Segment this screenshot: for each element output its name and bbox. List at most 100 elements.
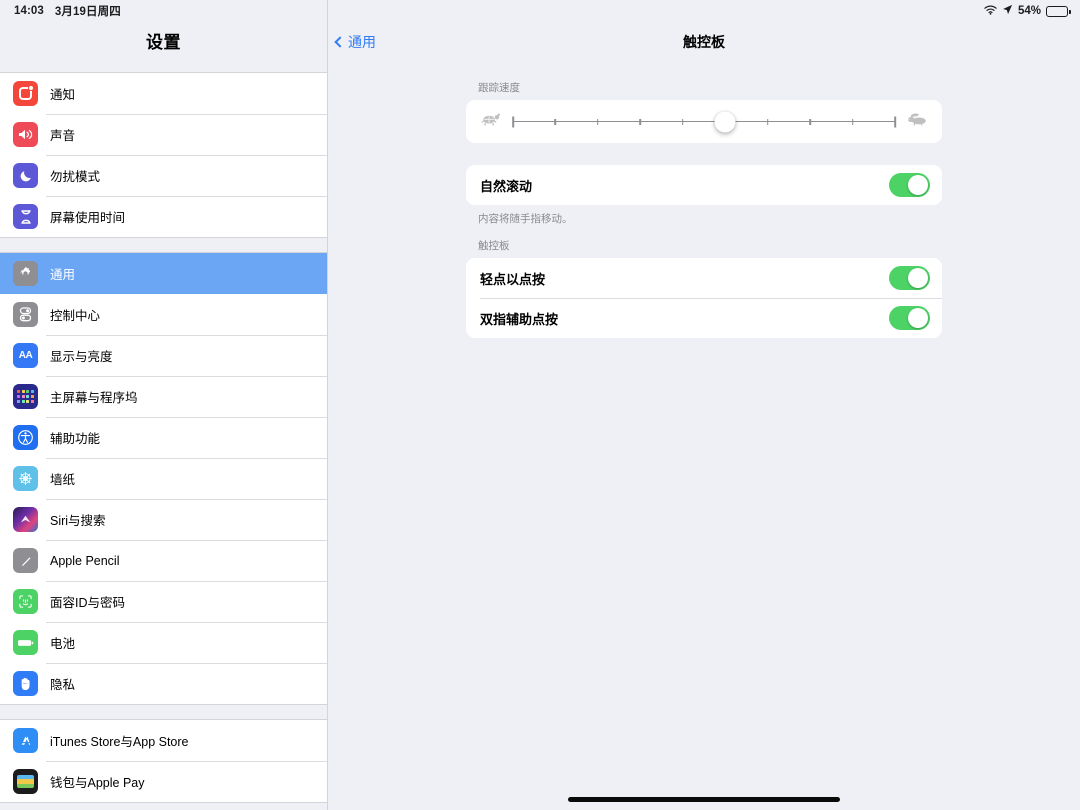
sidebar-item-label: 面容ID与密码 xyxy=(50,596,126,610)
home-indicator[interactable] xyxy=(568,797,840,802)
face-id-icon xyxy=(13,589,38,614)
detail-title: 触控板 xyxy=(683,34,725,50)
page-title: 设置 xyxy=(146,32,181,52)
sidebar-item-label: 辅助功能 xyxy=(50,432,101,446)
display-brightness-icon: AA xyxy=(13,343,38,368)
sidebar-item-do-not-disturb[interactable]: 勿扰模式 xyxy=(0,155,327,196)
status-date: 3月19日周四 xyxy=(54,6,121,18)
tap-to-click-toggle[interactable] xyxy=(889,266,930,290)
sidebar-item-privacy[interactable]: 隐私 xyxy=(0,663,327,704)
rabbit-icon xyxy=(907,112,929,131)
slider-tick xyxy=(554,118,557,125)
detail-status-bar: 54% xyxy=(328,0,1080,22)
sidebar-item-apple-pencil[interactable]: Apple Pencil xyxy=(0,540,327,581)
detail-nav-bar: 通用 触控板 xyxy=(328,22,1080,62)
slider-tick xyxy=(512,116,514,127)
sidebar-item-face-id[interactable]: 面容ID与密码 xyxy=(0,581,327,622)
battery-icon xyxy=(13,630,38,655)
sidebar-spacer-1 xyxy=(0,238,327,252)
wallpaper-icon xyxy=(13,466,38,491)
screen-time-icon xyxy=(13,204,38,229)
back-button-label: 通用 xyxy=(348,34,376,50)
sidebar-item-notifications[interactable]: 通知 xyxy=(0,73,327,114)
sidebar-item-wallet-apple-pay[interactable]: 钱包与Apple Pay xyxy=(0,761,327,802)
two-finger-secondary-click-label: 双指辅助点按 xyxy=(480,311,559,327)
natural-scroll-row[interactable]: 自然滚动 xyxy=(466,165,942,205)
sidebar-item-label: 屏幕使用时间 xyxy=(50,211,126,225)
tracking-speed-header: 跟踪速度 xyxy=(478,82,520,94)
trackpad-section-header: 触控板 xyxy=(478,240,510,252)
sidebar-item-label: 墙纸 xyxy=(50,473,76,487)
battery-status-icon xyxy=(1046,5,1071,17)
settings-title-bar: 设置 xyxy=(0,22,327,58)
sidebar-item-itunes-app-store[interactable]: iTunes Store与App Store xyxy=(0,720,327,761)
sidebar-group-3: iTunes Store与App Store 钱包与Apple Pay xyxy=(0,719,327,803)
tap-to-click-row[interactable]: 轻点以点按 xyxy=(466,258,942,298)
sidebar-item-label: 隐私 xyxy=(50,678,76,692)
turtle-icon xyxy=(479,112,501,131)
sidebar-spacer-2 xyxy=(0,705,327,719)
accessibility-icon xyxy=(13,425,38,450)
wifi-icon xyxy=(984,5,997,18)
back-button[interactable]: 通用 xyxy=(334,32,376,52)
privacy-hand-icon xyxy=(13,671,38,696)
general-gear-icon xyxy=(13,261,38,286)
ipad-settings-screen: 14:03 3月19日周四 设置 通知 声音 勿扰模式 屏幕使用时间 通用 控制… xyxy=(0,0,1080,810)
sidebar-item-display-brightness[interactable]: AA 显示与亮度 xyxy=(0,335,327,376)
slider-tick xyxy=(766,118,769,125)
trackpad-options-card: 轻点以点按 双指辅助点按 xyxy=(466,258,942,338)
sidebar-group-1: 通知 声音 勿扰模式 屏幕使用时间 xyxy=(0,72,327,238)
battery-percent-label: 54% xyxy=(1017,5,1041,17)
notifications-icon xyxy=(13,81,38,106)
slider-tick xyxy=(809,118,811,125)
sidebar-item-siri-search[interactable]: Siri与搜索 xyxy=(0,499,327,540)
home-screen-dock-icon xyxy=(13,384,38,409)
sidebar-item-label: Apple Pencil xyxy=(50,553,120,568)
sidebar-status-bar: 14:03 3月19日周四 xyxy=(0,0,327,22)
tracking-speed-card xyxy=(466,100,942,143)
slider-tick xyxy=(681,118,684,125)
settings-sidebar: 14:03 3月19日周四 设置 通知 声音 勿扰模式 屏幕使用时间 通用 控制… xyxy=(0,0,328,810)
tracking-speed-slider[interactable] xyxy=(512,110,896,134)
natural-scroll-card: 自然滚动 xyxy=(466,165,942,205)
status-time: 14:03 xyxy=(14,5,44,17)
sidebar-group-2: 通用 控制中心 AA 显示与亮度 主屏幕与程序坞 辅助功能 墙纸 Siri与搜索… xyxy=(0,252,327,705)
sidebar-item-battery[interactable]: 电池 xyxy=(0,622,327,663)
sidebar-item-screen-time[interactable]: 屏幕使用时间 xyxy=(0,196,327,237)
sidebar-spacer-top xyxy=(0,58,327,72)
sidebar-item-label: 通知 xyxy=(50,88,76,102)
sidebar-item-label: 控制中心 xyxy=(50,309,101,323)
slider-tick xyxy=(597,118,599,125)
location-arrow-icon xyxy=(1002,4,1013,18)
detail-content: 跟踪速度 自然滚动 内容将随手指移动。 触控板 轻点以点按 双指辅助点按 xyxy=(328,62,1080,338)
sidebar-item-label: 勿扰模式 xyxy=(50,170,101,184)
sound-icon xyxy=(13,122,38,147)
natural-scroll-toggle[interactable] xyxy=(889,173,930,197)
sidebar-item-label: 声音 xyxy=(50,129,76,143)
two-finger-secondary-click-row[interactable]: 双指辅助点按 xyxy=(466,298,942,338)
sidebar-item-home-screen-dock[interactable]: 主屏幕与程序坞 xyxy=(0,376,327,417)
sidebar-item-label: 主屏幕与程序坞 xyxy=(50,391,138,405)
apple-pencil-icon xyxy=(13,548,38,573)
sidebar-item-label: 钱包与Apple Pay xyxy=(50,776,145,790)
chevron-left-icon xyxy=(334,36,346,48)
sidebar-item-label: Siri与搜索 xyxy=(50,514,106,528)
control-center-icon xyxy=(13,302,38,327)
sidebar-item-label: 显示与亮度 xyxy=(50,350,113,364)
tap-to-click-label: 轻点以点按 xyxy=(480,271,546,287)
sidebar-item-control-center[interactable]: 控制中心 xyxy=(0,294,327,335)
natural-scroll-footer: 内容将随手指移动。 xyxy=(478,213,573,225)
wallet-apple-pay-icon xyxy=(13,769,38,794)
slider-tick xyxy=(894,116,896,127)
slider-track xyxy=(513,120,895,123)
sidebar-item-accessibility[interactable]: 辅助功能 xyxy=(0,417,327,458)
sidebar-item-label: 通用 xyxy=(50,268,76,282)
sidebar-item-sounds[interactable]: 声音 xyxy=(0,114,327,155)
do-not-disturb-icon xyxy=(13,163,38,188)
two-finger-secondary-click-toggle[interactable] xyxy=(889,306,930,330)
sidebar-item-general[interactable]: 通用 xyxy=(0,253,327,294)
natural-scroll-label: 自然滚动 xyxy=(480,178,533,194)
slider-thumb[interactable] xyxy=(714,111,736,132)
trackpad-detail-pane: 54% 通用 触控板 跟踪速度 自然滚动 内容将随手指移动。 触控板 轻点以点按… xyxy=(328,0,1080,810)
sidebar-item-wallpaper[interactable]: 墙纸 xyxy=(0,458,327,499)
